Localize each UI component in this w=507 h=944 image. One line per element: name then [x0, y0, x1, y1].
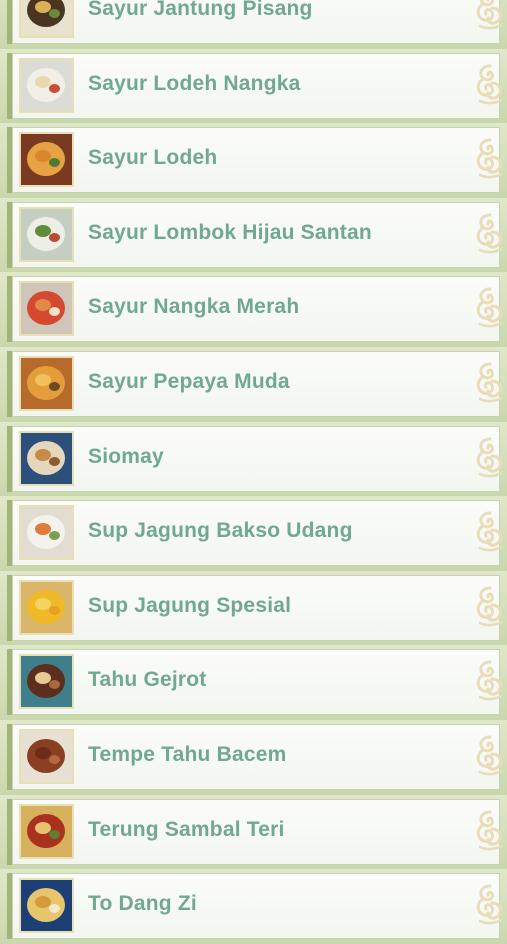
- thumbnail-food-detail: [49, 605, 60, 615]
- recipe-name: Sayur Pepaya Muda: [88, 369, 290, 393]
- list-item[interactable]: Sayur Lodeh Nangka: [0, 48, 507, 124]
- thumbnail-food-detail: [49, 456, 60, 466]
- recipe-name: Tempe Tahu Bacem: [88, 742, 287, 766]
- floral-swirl-icon: [474, 137, 504, 181]
- recipe-thumbnail: [19, 579, 74, 635]
- recipe-thumbnail: [19, 803, 74, 859]
- floral-swirl-icon: [474, 286, 504, 330]
- floral-swirl-icon: [474, 659, 504, 703]
- recipe-name: Sup Jagung Spesial: [88, 593, 292, 617]
- floral-swirl-icon: [474, 63, 504, 107]
- floral-swirl-icon: [474, 734, 504, 778]
- recipe-name: Sayur Jantung Pisang: [88, 0, 313, 20]
- list-item[interactable]: Siomay: [0, 421, 507, 497]
- thumbnail-food-detail: [49, 754, 60, 764]
- thumbnail-food-detail: [49, 83, 60, 93]
- recipe-thumbnail: [19, 728, 74, 784]
- floral-swirl-icon: [474, 0, 504, 32]
- thumbnail-food-detail: [49, 232, 60, 242]
- recipe-name: Sayur Lodeh: [88, 146, 218, 170]
- floral-swirl-icon: [474, 436, 504, 480]
- floral-swirl-icon: [474, 510, 504, 554]
- floral-swirl-icon: [474, 212, 504, 256]
- recipe-list: Sayur Jantung Pisang Sayur Lodeh Nangka Sa…: [0, 0, 507, 944]
- list-item[interactable]: Sayur Lodeh: [0, 123, 507, 198]
- recipe-thumbnail: [19, 206, 74, 262]
- recipe-name: Sayur Lombok Hijau Santan: [88, 220, 372, 244]
- recipe-thumbnail: [19, 654, 74, 710]
- list-item[interactable]: Sayur Nangka Merah: [0, 272, 507, 347]
- list-item[interactable]: Sayur Pepaya Muda: [0, 346, 507, 422]
- recipe-name: Sayur Lodeh Nangka: [88, 71, 301, 95]
- recipe-name: Siomay: [88, 444, 164, 468]
- list-item[interactable]: Tempe Tahu Bacem: [0, 719, 507, 795]
- list-item-card[interactable]: [12, 649, 500, 716]
- thumbnail-food-detail: [49, 9, 60, 18]
- recipe-name: Sup Jagung Bakso Udang: [88, 519, 353, 543]
- recipe-name: Sayur Nangka Merah: [88, 295, 300, 319]
- thumbnail-food-detail: [49, 381, 60, 391]
- list-item[interactable]: Sup Jagung Bakso Udang: [0, 496, 507, 571]
- list-item-card[interactable]: [12, 127, 500, 194]
- recipe-thumbnail: [19, 505, 74, 561]
- list-item[interactable]: Sup Jagung Spesial: [0, 570, 507, 646]
- floral-swirl-icon: [474, 883, 504, 927]
- list-item-card[interactable]: [12, 873, 500, 940]
- list-item[interactable]: Terung Sambal Teri: [0, 794, 507, 870]
- recipe-thumbnail: [19, 57, 74, 113]
- list-item[interactable]: To Dang Zi: [0, 869, 507, 944]
- recipe-thumbnail: [19, 281, 74, 337]
- floral-swirl-icon: [474, 585, 504, 629]
- recipe-thumbnail: [19, 0, 74, 38]
- recipe-name: Tahu Gejrot: [88, 668, 207, 692]
- list-item-card[interactable]: [12, 425, 500, 492]
- list-item[interactable]: Sayur Lombok Hijau Santan: [0, 197, 507, 273]
- floral-swirl-icon: [474, 809, 504, 853]
- recipe-thumbnail: [19, 132, 74, 188]
- list-item[interactable]: Tahu Gejrot: [0, 645, 507, 720]
- recipe-thumbnail: [19, 355, 74, 411]
- list-item[interactable]: Sayur Jantung Pisang: [0, 0, 507, 49]
- recipe-thumbnail: [19, 878, 74, 934]
- recipe-name: To Dang Zi: [88, 892, 197, 916]
- thumbnail-food-detail: [49, 829, 60, 839]
- recipe-name: Terung Sambal Teri: [88, 817, 285, 841]
- recipe-thumbnail: [19, 430, 74, 486]
- floral-swirl-icon: [474, 361, 504, 405]
